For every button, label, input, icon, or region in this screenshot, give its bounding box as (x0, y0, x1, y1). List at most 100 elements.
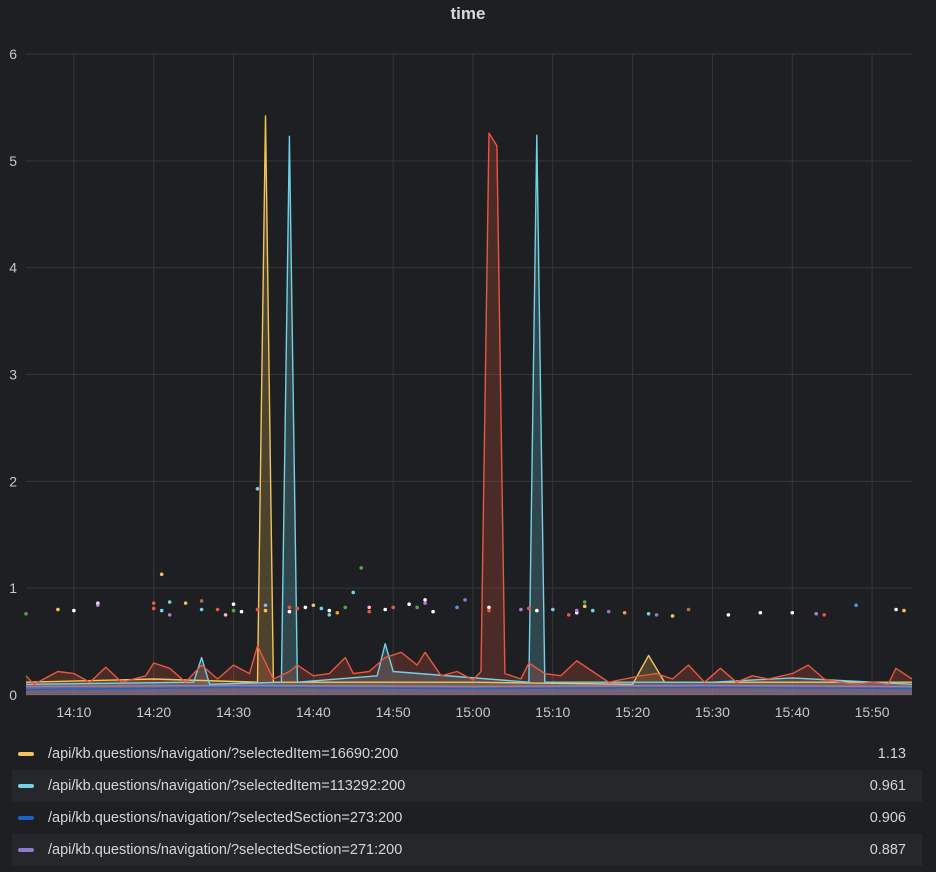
scatter-point (574, 608, 579, 613)
scatter-point (646, 612, 651, 616)
scatter-point (159, 608, 164, 613)
legend-item-1[interactable]: /api/kb.questions/navigation/?selectedIt… (12, 738, 922, 770)
scatter-point (367, 609, 372, 614)
x-tick-label: 14:10 (56, 704, 91, 720)
scatter-point (606, 609, 611, 614)
legend-item-2[interactable]: /api/kb.questions/navigation/?selectedIt… (12, 770, 922, 802)
x-tick-label: 15:10 (535, 704, 570, 720)
scatter-point (902, 608, 906, 613)
y-tick-label: 0 (9, 687, 17, 703)
scatter-point (431, 609, 435, 614)
x-axis: 14:10 14:20 14:30 14:40 14:50 15:00 15:10 15:20… (56, 704, 889, 720)
scatter-point (255, 487, 260, 491)
legend-swatch (18, 752, 34, 756)
scatter-point (622, 610, 627, 615)
scatter-point (295, 606, 300, 611)
scatter-point (263, 603, 268, 608)
scatter-point (183, 601, 188, 605)
scatter-point (351, 590, 356, 595)
scatter-point (96, 601, 100, 605)
y-tick-label: 3 (9, 367, 17, 383)
x-tick-label: 14:50 (376, 704, 411, 720)
legend-swatch (18, 848, 34, 852)
legend-swatch (18, 816, 34, 820)
scatter-point (287, 605, 292, 610)
scatter-points (24, 487, 906, 618)
scatter-point (359, 566, 364, 570)
scatter-point (487, 605, 491, 610)
y-axis: 0 1 2 3 4 5 6 (9, 46, 17, 703)
series-line (25, 134, 913, 685)
scatter-point (303, 605, 308, 610)
scatter-point (670, 614, 675, 618)
series-fill-area (26, 116, 912, 696)
scatter-point (758, 610, 763, 615)
scatter-point (519, 607, 523, 612)
scatter-point (551, 607, 555, 612)
series-line (25, 132, 913, 685)
scatter-point (167, 600, 172, 604)
scatter-point (151, 601, 156, 605)
scatter-point (391, 605, 395, 610)
scatter-point (854, 603, 858, 608)
scatter-point (582, 600, 587, 604)
x-tick-label: 15:40 (775, 704, 810, 720)
scatter-point (894, 607, 898, 612)
scatter-point (24, 612, 28, 616)
scatter-point (255, 607, 260, 612)
grid-lines (26, 53, 912, 696)
x-tick-label: 15:50 (855, 704, 890, 720)
scatter-point (654, 613, 659, 617)
legend-item-3[interactable]: /api/kb.questions/navigation/?selectedSe… (12, 802, 922, 834)
scatter-point (231, 602, 236, 606)
y-tick-label: 4 (9, 260, 17, 276)
legend-series-value: 0.906 (869, 810, 906, 826)
scatter-point (566, 613, 571, 617)
y-tick-label: 1 (9, 580, 17, 596)
scatter-point (487, 608, 491, 613)
scatter-point (582, 604, 587, 609)
scatter-point (215, 607, 220, 612)
scatter-point (287, 609, 292, 614)
scatter-point (263, 608, 268, 613)
y-tick-label: 5 (9, 153, 17, 169)
scatter-point (423, 598, 427, 602)
y-tick-label: 2 (9, 473, 17, 489)
time-series-chart[interactable]: 0 1 2 3 4 5 6 14:10 14:20 14:30 14:40 14:50 15:00 15… (0, 0, 936, 735)
legend-series-value: 0.961 (869, 778, 906, 794)
legend-series-value: 1.13 (877, 746, 906, 762)
legend-series-name: /api/kb.questions/navigation/?selectedSe… (48, 842, 403, 858)
scatter-point (463, 598, 467, 602)
scatter-point (239, 609, 244, 614)
scatter-point (327, 613, 332, 617)
legend: /api/kb.questions/navigation/?selectedIt… (12, 738, 922, 866)
scatter-point (311, 603, 316, 608)
scatter-point (535, 608, 539, 613)
legend-item-4[interactable]: /api/kb.questions/navigation/?selectedSe… (12, 834, 922, 866)
series-area (26, 133, 912, 696)
series-area (26, 135, 912, 695)
series-line (25, 115, 912, 685)
scatter-point (56, 607, 60, 612)
scatter-point (527, 606, 531, 611)
x-tick-label: 14:40 (296, 704, 331, 720)
legend-series-name: /api/kb.questions/navigation/?selectedIt… (48, 778, 406, 794)
scatter-point (686, 607, 691, 612)
legend-series-name: /api/kb.questions/navigation/?selectedIt… (48, 746, 399, 762)
scatter-point (822, 613, 826, 617)
scatter-point (199, 607, 204, 612)
x-tick-label: 14:20 (136, 704, 171, 720)
legend-series-name: /api/kb.questions/navigation/?selectedSe… (48, 810, 403, 826)
scatter-point (590, 608, 595, 613)
scatter-point (72, 608, 76, 613)
scatter-point (159, 572, 164, 577)
legend-series-value: 0.887 (869, 842, 906, 858)
scatter-point (319, 606, 324, 611)
x-tick-label: 15:00 (455, 704, 490, 720)
scatter-point (383, 607, 387, 612)
scatter-point (151, 606, 156, 611)
series-area (26, 116, 912, 695)
scatter-point (231, 608, 236, 613)
scatter-point (327, 608, 332, 613)
x-tick-label: 14:30 (216, 704, 251, 720)
